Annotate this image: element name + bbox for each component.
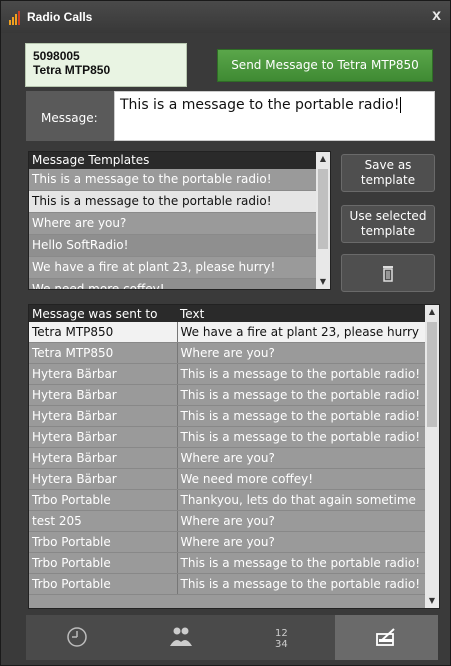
template-item[interactable]: Hello SoftRadio! [29,235,318,257]
tab-call-log[interactable] [26,615,129,660]
tab-keypad[interactable]: 12 34 [232,615,335,660]
table-row[interactable]: Hytera Bärbar This is a message to the po… [29,363,426,385]
scroll-thumb[interactable] [427,322,437,427]
table-row[interactable]: Trbo Portable Where are you? [29,531,426,553]
cell-recipient: Trbo Portable [29,531,178,553]
template-item[interactable]: We have a fire at plant 23, please hurry… [29,257,318,279]
recipient-box: 5098005 Tetra MTP850 [25,43,187,87]
table-row[interactable]: Trbo Portable This is a message to the po… [29,552,426,574]
cell-recipient: Hytera Bärbar [29,447,178,469]
table-row[interactable]: Tetra MTP850 Where are you? [29,342,426,364]
cell-recipient: Hytera Bärbar [29,363,178,385]
column-header-text[interactable]: Text [177,305,425,322]
table-row[interactable]: Hytera Bärbar Where are you? [29,447,426,469]
table-row[interactable]: Tetra MTP850 We have a fire at plant 23, … [29,322,426,343]
table-row[interactable]: Hytera Bärbar This is a message to the po… [29,426,426,448]
cell-text: Thankyou, lets do that again sometime [177,489,426,511]
history-scrollbar[interactable]: ▲ ▼ [425,305,439,608]
cell-recipient: Hytera Bärbar [29,468,178,490]
cell-recipient: test 205 [29,510,178,532]
template-item[interactable]: Where are you? [29,213,318,235]
scroll-down-icon[interactable]: ▼ [425,594,439,608]
table-row[interactable]: test 205 Where are you? [29,510,426,532]
close-button[interactable]: x [432,7,441,25]
title-bar: Radio Calls x [1,1,450,33]
sent-messages-table[interactable]: Message was sent to Text Tetra MTP850 We … [28,304,440,609]
templates-header: Message Templates [29,152,321,169]
send-message-button[interactable]: Send Message to Tetra MTP850 [217,49,433,82]
cell-recipient: Tetra MTP850 [29,322,178,343]
cell-text: Where are you? [177,531,426,553]
save-template-label-2: template [360,173,416,187]
svg-text:12: 12 [275,628,288,639]
cell-text: This is a message to the portable radio! [177,405,426,427]
save-as-template-button[interactable]: Save as template [341,154,435,192]
column-header-recipient[interactable]: Message was sent to [29,305,177,322]
message-text: This is a message to the portable radio! [120,97,400,113]
message-icon [376,628,395,646]
scroll-up-icon[interactable]: ▲ [425,305,439,319]
cell-text: This is a message to the portable radio! [177,426,426,448]
cell-text: This is a message to the portable radio! [177,573,426,595]
cell-recipient: Hytera Bärbar [29,405,178,427]
keypad-icon: 12 34 [275,628,288,648]
table-row[interactable]: Hytera Bärbar This is a message to the po… [29,384,426,406]
clock-icon [67,627,87,647]
message-row: Message: This is a message to the portab… [26,91,435,141]
save-template-label-1: Save as [364,158,412,172]
message-label: Message: [41,111,98,125]
message-templates-list[interactable]: Message Templates This is a message to t… [28,151,331,290]
cell-text: We need more coffey! [177,468,426,490]
table-row[interactable]: Trbo Portable Thankyou, lets do that agai… [29,489,426,511]
cell-recipient: Trbo Portable [29,573,178,595]
recipient-name: Tetra MTP850 [33,63,111,77]
cell-text: This is a message to the portable radio! [177,384,426,406]
template-item[interactable]: This is a message to the portable radio! [29,191,318,213]
template-item[interactable]: We need more coffey! [29,279,318,289]
use-template-label-2: template [360,224,416,238]
cell-text: We have a fire at plant 23, please hurry [177,322,426,343]
templates-scrollbar[interactable]: ▲ ▼ [316,152,330,289]
message-input[interactable]: This is a message to the portable radio! [114,91,435,141]
trash-icon [383,266,393,282]
cell-text: Where are you? [177,510,426,532]
window-title: Radio Calls [27,10,93,24]
use-selected-template-button[interactable]: Use selected template [341,205,435,243]
use-template-label-1: Use selected [349,209,427,223]
cell-recipient: Trbo Portable [29,489,178,511]
tab-messages[interactable] [335,615,438,660]
cell-recipient: Hytera Bärbar [29,426,178,448]
tab-contacts[interactable] [129,615,232,660]
scroll-thumb[interactable] [318,169,328,249]
table-row[interactable]: Hytera Bärbar This is a message to the po… [29,405,426,427]
cell-text: Where are you? [177,342,426,364]
radio-calls-window: Radio Calls x 5098005 Tetra MTP850 Send … [0,0,451,666]
cell-recipient: Hytera Bärbar [29,384,178,406]
signal-bars-icon [9,11,20,25]
contacts-icon [170,627,192,646]
bottom-navigation: 12 34 [26,615,438,660]
cell-recipient: Tetra MTP850 [29,342,178,364]
cell-text: This is a message to the portable radio! [177,363,426,385]
recipient-id: 5098005 [33,49,80,63]
table-row[interactable]: Trbo Portable This is a message to the po… [29,573,426,595]
svg-text:34: 34 [275,639,288,648]
scroll-up-icon[interactable]: ▲ [316,152,330,166]
cell-text: This is a message to the portable radio! [177,552,426,574]
table-row[interactable]: Hytera Bärbar We need more coffey! [29,468,426,490]
cell-text: Where are you? [177,447,426,469]
template-item[interactable]: This is a message to the portable radio! [29,169,318,191]
cell-recipient: Trbo Portable [29,552,178,574]
scroll-down-icon[interactable]: ▼ [316,275,330,289]
delete-template-button[interactable] [341,254,435,292]
